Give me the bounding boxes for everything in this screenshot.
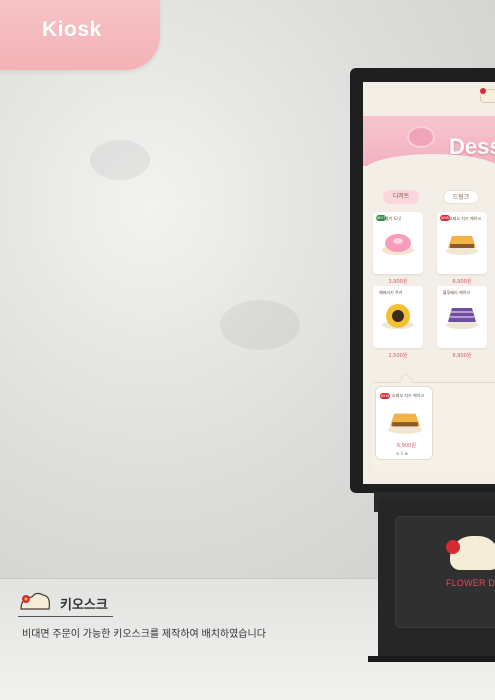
macaron-icon <box>407 126 435 148</box>
quantity-value: 1 <box>400 451 404 456</box>
menu-price: 6,900원 <box>452 353 472 359</box>
menu-price: 2,500원 <box>388 353 408 359</box>
new-badge: NEW <box>380 393 390 399</box>
menu-card[interactable]: 해바라기 쿠키 2,500원 <box>373 286 423 359</box>
kiosk-screen: Dess 디저트 드링크 BEST 딸기 도넛 3,900원 NEW 오레오 치… <box>363 82 495 484</box>
menu-name: 블루베리 케이크 <box>443 290 471 295</box>
kiosk-foot <box>368 656 495 662</box>
cart-item-name: 오레오 치즈 케이크 <box>392 393 424 398</box>
cheesecake-icon <box>446 236 478 255</box>
tab-drink[interactable]: 드링크 <box>443 190 479 204</box>
wall-texture <box>90 140 150 180</box>
menu-card[interactable]: BEST 딸기 도넛 3,900원 <box>373 212 423 285</box>
kiosk-base-panel <box>395 516 495 628</box>
menu-name: 딸기 도넛 <box>385 216 401 221</box>
screen-header <box>363 82 495 116</box>
cart-price: 6,900원 <box>397 443 416 449</box>
tab-dessert[interactable]: 디저트 <box>383 190 419 204</box>
wall-texture <box>220 300 300 350</box>
caption-title: 키오스크 <box>60 597 108 612</box>
caption-divider <box>18 616 113 617</box>
flower-icon <box>480 88 486 94</box>
quantity-stepper[interactable]: ⊖ 1 ⊕ <box>396 451 408 456</box>
brand-cloud-icon <box>20 592 50 610</box>
menu-card[interactable]: NEW 오레오 치즈 케이크 6,900원 <box>437 212 487 285</box>
menu-price: 6,900원 <box>452 279 472 285</box>
menu-price: 3,900원 <box>388 279 408 285</box>
sunflower-cookie-icon <box>382 304 414 329</box>
menu-name: 오레오 치즈 케이크 <box>449 216 481 221</box>
menu-card[interactable]: 블루베리 케이크 6,900원 <box>437 286 487 359</box>
donut-icon <box>382 234 414 255</box>
caption-description: 비대면 주문이 가능한 키오스크를 제작하여 배치하였습니다 <box>22 629 266 640</box>
brand-name: FLOWER DE <box>446 578 495 588</box>
cheesecake-icon <box>387 413 423 434</box>
kiosk-tab-label: Kiosk <box>42 18 102 41</box>
kiosk-tab: Kiosk <box>0 0 160 70</box>
menu-name: 해바라기 쿠키 <box>379 290 403 295</box>
flower-icon <box>446 540 460 554</box>
blueberry-cake-icon <box>446 308 478 329</box>
